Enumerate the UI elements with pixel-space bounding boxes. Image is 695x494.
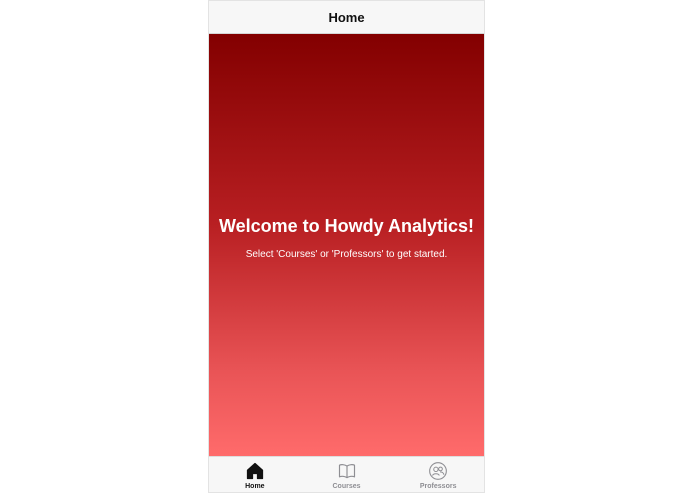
welcome-title: Welcome to Howdy Analytics! xyxy=(218,216,475,236)
tab-courses-label: Courses xyxy=(332,483,361,490)
welcome-banner: Welcome to Howdy Analytics! Select 'Cour… xyxy=(209,34,484,456)
people-icon xyxy=(428,461,448,481)
bottom-tab-bar: Home Courses Professors xyxy=(209,456,484,492)
page-title: Home xyxy=(328,9,365,25)
welcome-subtitle: Select 'Courses' or 'Professors' to get … xyxy=(245,249,448,260)
tab-home-label: Home xyxy=(245,483,265,490)
header-bar: Home xyxy=(209,1,484,34)
tab-professors-label: Professors xyxy=(419,483,457,490)
tab-home[interactable]: Home xyxy=(209,457,301,492)
app-screen: Home Welcome to Howdy Analytics! Select … xyxy=(208,0,485,493)
tab-courses[interactable]: Courses xyxy=(301,457,393,492)
home-icon xyxy=(245,461,265,481)
tab-professors[interactable]: Professors xyxy=(392,457,484,492)
book-icon xyxy=(337,461,357,481)
